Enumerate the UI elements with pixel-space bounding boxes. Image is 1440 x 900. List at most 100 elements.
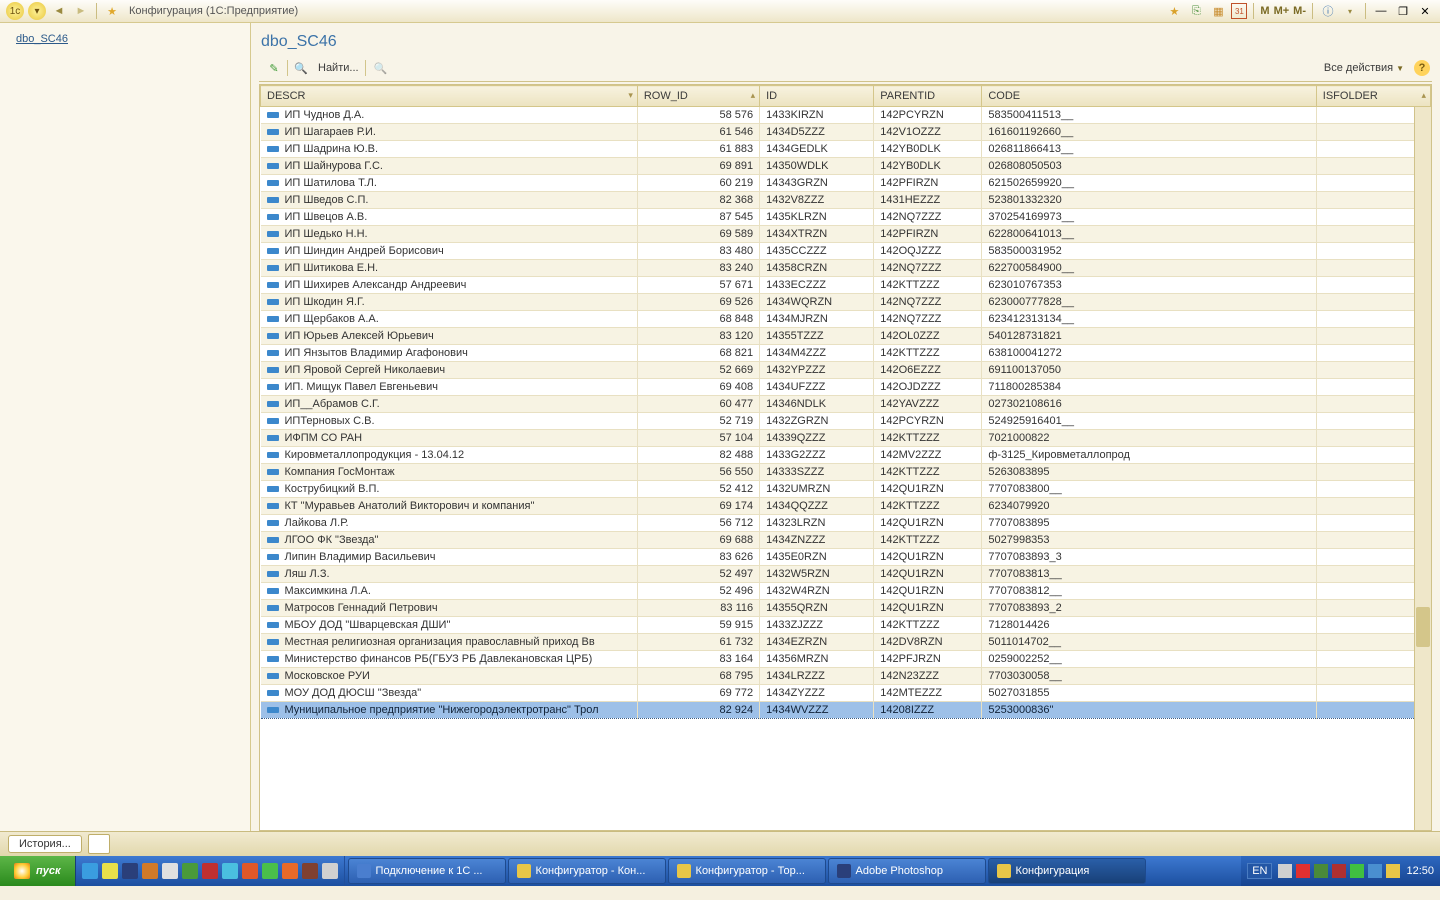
table-row[interactable]: Местная религиозная организация правосла…: [261, 634, 1431, 651]
col-code[interactable]: CODE: [982, 86, 1316, 107]
scroll-thumb[interactable]: [1416, 607, 1430, 647]
mminus-button[interactable]: M-: [1293, 5, 1306, 17]
table-row[interactable]: ИП Шагараев Р.И.61 5461434D5ZZZ142V1OZZZ…: [261, 124, 1431, 141]
info-dropdown-icon[interactable]: ▾: [1341, 2, 1359, 20]
link-icon[interactable]: ⎘: [1187, 2, 1205, 20]
taskbar-task[interactable]: Подключение к 1С ...: [348, 858, 506, 884]
taskbar-task[interactable]: Adobe Photoshop: [828, 858, 986, 884]
table-row[interactable]: Кострубицкий В.П.52 4121432UMRZN142QU1RZ…: [261, 481, 1431, 498]
mplus-button[interactable]: M+: [1274, 5, 1290, 17]
ql-icon[interactable]: [142, 863, 158, 879]
table-row[interactable]: Матросов Геннадий Петрович83 11614355QRZ…: [261, 600, 1431, 617]
app-icon[interactable]: 1c: [6, 2, 24, 20]
ql-icon[interactable]: [182, 863, 198, 879]
ql-icon[interactable]: [222, 863, 238, 879]
table-row[interactable]: ИП Яровой Сергей Николаевич52 6691432YPZ…: [261, 362, 1431, 379]
ql-icon[interactable]: [102, 863, 118, 879]
restore-icon[interactable]: ❐: [1394, 2, 1412, 20]
search-icon[interactable]: 🔍: [292, 59, 310, 77]
calendar-icon[interactable]: 31: [1231, 3, 1247, 19]
close-icon[interactable]: ✕: [1416, 2, 1434, 20]
fav-star-icon[interactable]: ★: [1165, 2, 1183, 20]
statusbar-button[interactable]: [88, 834, 110, 854]
row-icon: [267, 690, 279, 696]
forward-icon[interactable]: ►: [71, 2, 91, 20]
scrollbar[interactable]: [1414, 107, 1431, 830]
table-row[interactable]: МБОУ ДОД "Шварцевская ДШИ"59 9151433ZJZZ…: [261, 617, 1431, 634]
col-rowid[interactable]: ROW_ID▴: [637, 86, 759, 107]
back-icon[interactable]: ◄: [49, 2, 69, 20]
ql-icon[interactable]: [242, 863, 258, 879]
table-row[interactable]: Кировметаллопродукция - 13.04.1282 48814…: [261, 447, 1431, 464]
table-row[interactable]: ИП Швецов А.В.87 5451435KLRZN142NQ7ZZZ37…: [261, 209, 1431, 226]
col-id[interactable]: ID: [760, 86, 874, 107]
table-row[interactable]: ИП Шедько Н.Н.69 5891434XTRZN142PFIRZN62…: [261, 226, 1431, 243]
table-row[interactable]: Министерство финансов РБ(ГБУЗ РБ Давлека…: [261, 651, 1431, 668]
all-actions-button[interactable]: Все действия ▼: [1324, 62, 1404, 74]
clock[interactable]: 12:50: [1406, 865, 1434, 877]
col-isfolder[interactable]: ISFOLDER▴: [1316, 86, 1430, 107]
tray-icon[interactable]: [1368, 864, 1382, 878]
table-row[interactable]: ИП Чуднов Д.А.58 5761433KIRZN142PCYRZN58…: [261, 107, 1431, 124]
tray-icon[interactable]: [1296, 864, 1310, 878]
col-descr[interactable]: DESCR▾: [261, 86, 638, 107]
history-button[interactable]: История...: [8, 835, 82, 853]
calc-icon[interactable]: ▦: [1209, 2, 1227, 20]
data-grid[interactable]: DESCR▾ ROW_ID▴ ID PARENTID CODE ISFOLDER…: [259, 84, 1432, 831]
table-row[interactable]: ИП Шатилова Т.Л.60 21914343GRZN142PFIRZN…: [261, 175, 1431, 192]
table-row[interactable]: ИП Шихирев Александр Андреевич57 6711433…: [261, 277, 1431, 294]
ql-icon[interactable]: [282, 863, 298, 879]
table-row[interactable]: ИП Шведов С.П.82 3681432V8ZZZ1431HEZZZ52…: [261, 192, 1431, 209]
m-button[interactable]: M: [1260, 5, 1269, 17]
sidebar-link-dbo-sc46[interactable]: dbo_SC46: [0, 23, 250, 45]
taskbar-task[interactable]: Конфигуратор - Тор...: [668, 858, 826, 884]
table-row[interactable]: ИП Шитикова Е.Н.83 24014358CRZN142NQ7ZZZ…: [261, 260, 1431, 277]
star-icon[interactable]: ★: [102, 2, 122, 20]
table-row[interactable]: ИФПМ СО РАН57 10414339QZZZ142KTTZZZ70210…: [261, 430, 1431, 447]
find-button[interactable]: Найти...: [318, 62, 359, 74]
ql-icon[interactable]: [122, 863, 138, 879]
table-row[interactable]: Ляш Л.З.52 4971432W5RZN142QU1RZN77070838…: [261, 566, 1431, 583]
taskbar-task[interactable]: Конфигуратор - Кон...: [508, 858, 666, 884]
table-row[interactable]: ИП Шиндин Андрей Борисович83 4801435CCZZ…: [261, 243, 1431, 260]
table-row[interactable]: ИП Юрьев Алексей Юрьевич83 12014355TZZZ1…: [261, 328, 1431, 345]
table-row[interactable]: Муниципальное предприятие "Нижегородэлек…: [261, 702, 1431, 719]
help-icon[interactable]: ?: [1414, 60, 1430, 76]
language-indicator[interactable]: EN: [1247, 863, 1272, 879]
ql-icon[interactable]: [302, 863, 318, 879]
tray-icon[interactable]: [1278, 864, 1292, 878]
tray-icon[interactable]: [1314, 864, 1328, 878]
taskbar-task[interactable]: Конфигурация: [988, 858, 1146, 884]
edit-icon[interactable]: ✎: [265, 59, 283, 77]
table-row[interactable]: ИП. Мищук Павел Евгеньевич69 4081434UFZZ…: [261, 379, 1431, 396]
start-button[interactable]: пуск: [0, 856, 76, 886]
tray-icon[interactable]: [1332, 864, 1346, 878]
ql-icon[interactable]: [202, 863, 218, 879]
table-row[interactable]: ИП__Абрамов С.Г.60 47714346NDLK142YAVZZZ…: [261, 396, 1431, 413]
table-row[interactable]: МОУ ДОД ДЮСШ "Звезда"69 7721434ZYZZZ142M…: [261, 685, 1431, 702]
minimize-icon[interactable]: —: [1372, 2, 1390, 20]
col-parentid[interactable]: PARENTID: [874, 86, 982, 107]
info-icon[interactable]: ⓘ: [1319, 2, 1337, 20]
table-row[interactable]: КТ "Муравьев Анатолий Викторович и компа…: [261, 498, 1431, 515]
ql-icon[interactable]: [262, 863, 278, 879]
tray-icon[interactable]: [1350, 864, 1364, 878]
table-row[interactable]: Компания ГосМонтаж56 55014333SZZZ142KTTZ…: [261, 464, 1431, 481]
ql-icon[interactable]: [82, 863, 98, 879]
ql-icon[interactable]: [162, 863, 178, 879]
table-row[interactable]: Липин Владимир Васильевич83 6261435E0RZN…: [261, 549, 1431, 566]
table-row[interactable]: ИП Щербаков А.А.68 8481434MJRZN142NQ7ZZZ…: [261, 311, 1431, 328]
table-row[interactable]: ИП Шадрина Ю.В.61 8831434GEDLK142YB0DLK0…: [261, 141, 1431, 158]
table-row[interactable]: Лайкова Л.Р.56 71214323LRZN142QU1RZN7707…: [261, 515, 1431, 532]
table-row[interactable]: ИП Шайнурова Г.С.69 89114350WDLK142YB0DL…: [261, 158, 1431, 175]
table-row[interactable]: ЛГОО ФК "Звезда"69 6881434ZNZZZ142KTTZZZ…: [261, 532, 1431, 549]
table-row[interactable]: ИП Янзытов Владимир Агафонович68 8211434…: [261, 345, 1431, 362]
table-row[interactable]: ИПТерновых С.В.52 7191432ZGRZN142PCYRZN5…: [261, 413, 1431, 430]
table-row[interactable]: Московское РУИ68 7951434LRZZZ142N23ZZZ77…: [261, 668, 1431, 685]
table-row[interactable]: ИП Шкодин Я.Г.69 5261434WQRZN142NQ7ZZZ62…: [261, 294, 1431, 311]
ql-icon[interactable]: [322, 863, 338, 879]
clear-search-icon[interactable]: 🔍: [372, 59, 390, 77]
dropdown-icon[interactable]: ▾: [28, 2, 46, 20]
table-row[interactable]: Максимкина Л.А.52 4961432W4RZN142QU1RZN7…: [261, 583, 1431, 600]
tray-icon[interactable]: [1386, 864, 1400, 878]
